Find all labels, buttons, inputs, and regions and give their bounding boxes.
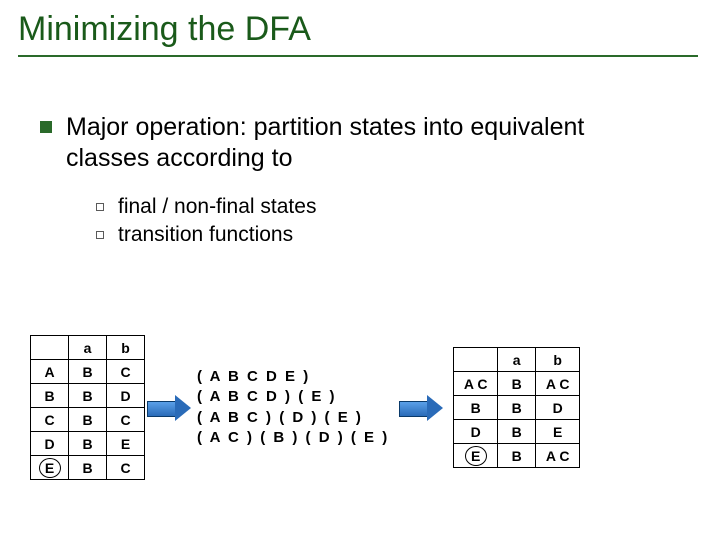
table-cell: B: [498, 420, 536, 444]
table-cell: A C: [536, 372, 580, 396]
table-cell: B: [31, 384, 69, 408]
table-row: CBC: [31, 408, 145, 432]
main-bullet-text: Major operation: partition states into e…: [66, 112, 646, 175]
table-cell: D: [536, 396, 580, 420]
table-cell: C: [107, 360, 145, 384]
title-underline: [18, 55, 698, 57]
table-row: BBD: [454, 396, 580, 420]
table-cell: D: [31, 432, 69, 456]
table-row: EBC: [31, 456, 145, 480]
table-cell: D: [454, 420, 498, 444]
partition-sequence: ( A B C D E ) ( A B C D ) ( E ) ( A B C …: [197, 367, 389, 448]
table-cell: B: [498, 372, 536, 396]
table-cell: B: [498, 396, 536, 420]
table-cell: C: [31, 408, 69, 432]
arrow-icon: [399, 395, 443, 421]
table-cell: A: [31, 360, 69, 384]
transition-table-1-wrap: abABCBBDCBCDBEEBC: [30, 335, 145, 480]
table-cell: D: [107, 384, 145, 408]
slide-title: Minimizing the DFA: [0, 0, 720, 55]
transition-table-1: abABCBBDCBCDBEEBC: [30, 335, 145, 480]
table-cell: E: [536, 420, 580, 444]
sub-bullet-icon: [96, 231, 104, 239]
sub-bullet-icon: [96, 203, 104, 211]
table-row: ABC: [31, 360, 145, 384]
sub-bullet-text: transition functions: [118, 223, 293, 247]
table-header: a: [498, 348, 536, 372]
main-bullet-row: Major operation: partition states into e…: [40, 112, 720, 175]
table-cell: B: [69, 408, 107, 432]
transition-table-2-wrap: abA CBA CBBDDBEEBA C: [453, 347, 580, 468]
table-cell: C: [107, 408, 145, 432]
table-row: DBE: [454, 420, 580, 444]
bullet-icon: [40, 121, 52, 133]
table-cell: E: [454, 444, 498, 468]
table-header: b: [536, 348, 580, 372]
table-cell: E: [31, 456, 69, 480]
table-cell: B: [454, 396, 498, 420]
table-cell: A C: [536, 444, 580, 468]
table-header: a: [69, 336, 107, 360]
arrow-icon: [147, 395, 191, 421]
sub-bullet-text: final / non-final states: [118, 195, 316, 219]
table-cell: E: [107, 432, 145, 456]
transition-table-2: abA CBA CBBDDBEEBA C: [453, 347, 580, 468]
table-row: DBE: [31, 432, 145, 456]
table-cell: B: [69, 384, 107, 408]
table-header: [454, 348, 498, 372]
table-cell: B: [69, 360, 107, 384]
bottom-panel: abABCBBDCBCDBEEBC ( A B C D E ) ( A B C …: [0, 335, 720, 480]
table-row: EBA C: [454, 444, 580, 468]
table-row: BBD: [31, 384, 145, 408]
table-row: A CBA C: [454, 372, 580, 396]
table-header: b: [107, 336, 145, 360]
table-cell: C: [107, 456, 145, 480]
table-cell: B: [69, 432, 107, 456]
sub-bullet-row: transition functions: [96, 223, 720, 247]
table-cell: B: [498, 444, 536, 468]
table-cell: A C: [454, 372, 498, 396]
sub-bullet-row: final / non-final states: [96, 195, 720, 219]
table-header: [31, 336, 69, 360]
table-cell: B: [69, 456, 107, 480]
